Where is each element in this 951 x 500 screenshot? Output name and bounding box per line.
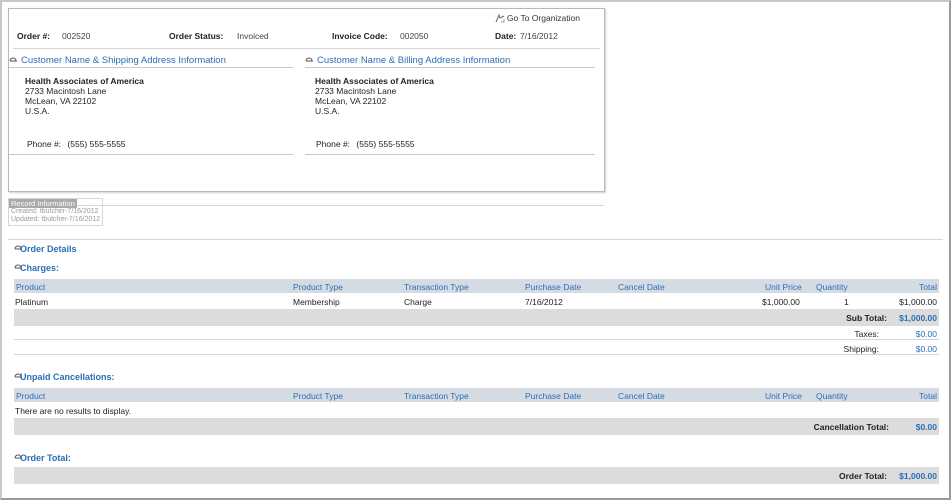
collapse-toggle-icon [9, 57, 17, 61]
shipping-row: Shipping: $0.00 [14, 343, 939, 355]
subtotal-label: Sub Total: [846, 313, 887, 323]
order-status-label: Order Status: [169, 31, 224, 41]
cell-product-type: Membership [293, 297, 340, 307]
col-product[interactable]: Product [16, 391, 45, 401]
cancellation-total-value: $0.00 [915, 422, 937, 432]
record-updated-value: tbutcher-7/16/2012 [41, 216, 101, 223]
record-created-value: tbutcher-7/16/2012 [39, 208, 99, 215]
shipping-street: 2733 Macintosh Lane [25, 86, 107, 96]
cancellation-total-label: Cancellation Total: [813, 422, 889, 432]
cell-quantity: 1 [844, 297, 849, 307]
empty-results-row: There are no results to display. [14, 403, 939, 417]
col-total[interactable]: Total [919, 282, 937, 292]
billing-country: U.S.A. [315, 106, 340, 116]
link-arrow-icon [495, 13, 505, 22]
col-product-type[interactable]: Product Type [293, 391, 343, 401]
cancellations-grid-header: Product Product Type Transaction Type Pu… [14, 388, 939, 402]
billing-city: McLean, VA 22102 [315, 96, 387, 106]
empty-results-text: There are no results to display. [15, 406, 132, 416]
shipping-city: McLean, VA 22102 [25, 96, 97, 106]
col-transaction-type[interactable]: Transaction Type [404, 391, 469, 401]
col-product-type[interactable]: Product Type [293, 282, 343, 292]
order-total-label: Order Total: [838, 471, 887, 481]
col-unit-price[interactable]: Unit Price [765, 282, 802, 292]
order-details-title: Order Details [20, 244, 77, 254]
taxes-value: $0.00 [915, 329, 937, 339]
charges-grid-header: Product Product Type Transaction Type Pu… [14, 279, 939, 293]
collapse-toggle-icon [305, 57, 313, 61]
subtotal-value: $1,000.00 [899, 313, 937, 323]
order-details-toggle[interactable]: Order Details [14, 244, 77, 254]
order-total-value: $1,000.00 [899, 471, 937, 481]
record-information-box: Record Information Created: tbutcher-7/1… [8, 198, 103, 226]
taxes-row: Taxes: $0.00 [14, 328, 939, 340]
order-number-value: 002520 [62, 31, 91, 41]
shipping-address-block: Health Associates of America 2733 Macint… [25, 76, 144, 116]
shipping-phone: Phone #: (555) 555-5555 [27, 139, 126, 149]
col-purchase-date[interactable]: Purchase Date [525, 282, 581, 292]
charges-title: Charges: [20, 263, 60, 273]
billing-customer-name: Health Associates of America [315, 76, 434, 86]
go-to-organization-link[interactable]: Go To Organization [495, 13, 580, 23]
record-updated-label: Updated: [11, 216, 40, 223]
taxes-label: Taxes: [854, 329, 879, 339]
order-number-label: Order #: [17, 31, 51, 41]
order-window: Go To Organization Order #: 002520 Order… [0, 0, 951, 500]
col-quantity[interactable]: Quantity [816, 282, 848, 292]
order-status-value: Invoiced [237, 31, 269, 41]
shipping-address-title: Customer Name & Shipping Address Informa… [21, 55, 226, 66]
date-value: 7/16/2012 [520, 31, 558, 41]
billing-phone-label: Phone #: [316, 139, 351, 149]
billing-divider [305, 154, 595, 155]
section-divider [8, 239, 943, 240]
cell-unit-price: $1,000.00 [762, 297, 800, 307]
cell-purchase-date: 7/16/2012 [525, 297, 563, 307]
col-product[interactable]: Product [16, 282, 45, 292]
shipping-value: $0.00 [915, 344, 937, 354]
col-cancel-date[interactable]: Cancel Date [618, 282, 665, 292]
shipping-phone-label: Phone #: [27, 139, 62, 149]
shipping-phone-value: (555) 555-5555 [67, 139, 126, 149]
subtotal-bar: Sub Total: $1,000.00 [14, 309, 939, 326]
cell-total: $1,000.00 [899, 297, 937, 307]
cell-transaction-type: Charge [404, 297, 432, 307]
cancellation-total-bar: Cancellation Total: $0.00 [14, 418, 939, 435]
shipping-country: U.S.A. [25, 106, 50, 116]
order-header-row: Order #: 002520 Order Status: Invoiced I… [17, 31, 596, 45]
shipping-divider [9, 154, 293, 155]
unpaid-cancellations-toggle[interactable]: Unpaid Cancellations: [14, 372, 115, 382]
header-divider [13, 48, 600, 49]
col-unit-price[interactable]: Unit Price [765, 391, 802, 401]
order-total-title: Order Total: [20, 453, 71, 463]
billing-street: 2733 Macintosh Lane [315, 86, 397, 96]
billing-address-block: Health Associates of America 2733 Macint… [315, 76, 434, 116]
table-row[interactable]: Platinum Membership Charge 7/16/2012 $1,… [14, 294, 939, 308]
shipping-address-header[interactable]: Customer Name & Shipping Address Informa… [9, 54, 293, 68]
billing-phone-value: (555) 555-5555 [356, 139, 415, 149]
order-summary-panel: Go To Organization Order #: 002520 Order… [8, 8, 605, 192]
record-created-label: Created: [11, 208, 38, 215]
invoice-code-value: 002050 [400, 31, 429, 41]
cell-product: Platinum [15, 297, 49, 307]
shipping-customer-name: Health Associates of America [25, 76, 144, 86]
col-total[interactable]: Total [919, 391, 937, 401]
billing-address-title: Customer Name & Billing Address Informat… [317, 55, 511, 66]
record-information-title: Record Information [9, 199, 77, 208]
billing-address-header[interactable]: Customer Name & Billing Address Informat… [305, 54, 595, 68]
order-total-toggle[interactable]: Order Total: [14, 453, 71, 463]
shipping-label: Shipping: [843, 344, 879, 354]
record-updated: Updated: tbutcher-7/16/2012 [11, 216, 100, 223]
col-quantity[interactable]: Quantity [816, 391, 848, 401]
order-total-bar: Order Total: $1,000.00 [14, 467, 939, 484]
record-created: Created: tbutcher-7/16/2012 [11, 208, 99, 215]
date-label: Date: [495, 31, 517, 41]
col-purchase-date[interactable]: Purchase Date [525, 391, 581, 401]
col-transaction-type[interactable]: Transaction Type [404, 282, 469, 292]
billing-phone: Phone #: (555) 555-5555 [316, 139, 415, 149]
charges-toggle[interactable]: Charges: [14, 263, 59, 273]
col-cancel-date[interactable]: Cancel Date [618, 391, 665, 401]
go-to-organization-label: Go To Organization [506, 13, 580, 23]
invoice-code-label: Invoice Code: [332, 31, 388, 41]
unpaid-cancellations-title: Unpaid Cancellations: [20, 372, 115, 382]
